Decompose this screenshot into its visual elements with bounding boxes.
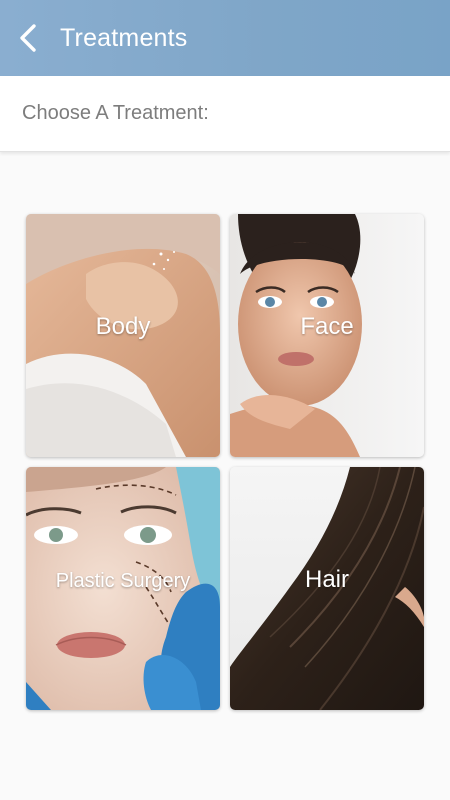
app-header: Treatments — [0, 0, 450, 76]
treatment-card-body[interactable]: Body — [26, 214, 220, 457]
treatment-grid: Body Face Plastic Surgery Hair — [26, 214, 424, 710]
back-button[interactable] — [0, 0, 56, 76]
treatment-prompt-bar: Choose A Treatment: — [0, 76, 450, 152]
plastic-surgery-label: Plastic Surgery — [55, 570, 191, 592]
hair-label: Hair — [304, 566, 349, 593]
treatment-card-face[interactable]: Face — [230, 214, 424, 457]
treatment-card-hair[interactable]: Hair — [230, 467, 424, 710]
treatment-prompt: Choose A Treatment: — [22, 102, 209, 124]
face-label: Face — [300, 313, 354, 340]
body-label: Body — [95, 313, 151, 340]
chevron-left-icon — [20, 24, 36, 52]
treatment-card-plastic-surgery[interactable]: Plastic Surgery — [26, 467, 220, 710]
page-title: Treatments — [60, 23, 188, 52]
